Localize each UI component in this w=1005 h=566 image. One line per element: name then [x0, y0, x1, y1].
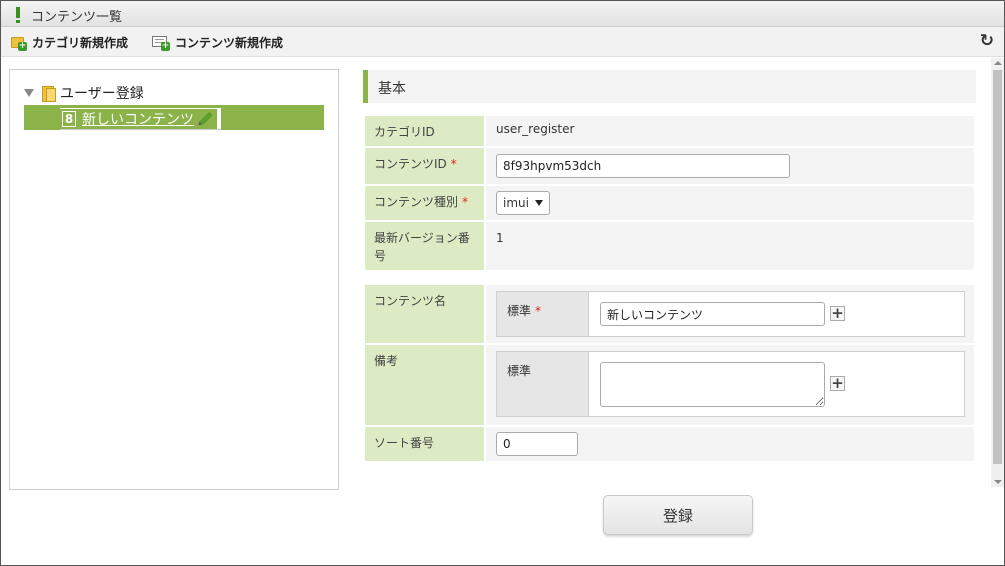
sort-number-label: ソート番号 — [365, 427, 484, 461]
row-sort-number: ソート番号 — [365, 427, 974, 461]
tree-node-label[interactable]: 新しいコンテンツ — [82, 109, 194, 129]
scroll-up-arrow-icon[interactable] — [994, 61, 1002, 65]
note-textarea[interactable] — [600, 362, 825, 407]
content-type-label: コンテンツ種別 — [374, 195, 459, 209]
lang-label: 標準 — [507, 364, 532, 378]
row-note: 備考 標準 + — [365, 345, 974, 425]
required-mark: * — [450, 157, 457, 171]
expand-triangle-icon[interactable] — [24, 89, 34, 97]
new-category-label: カテゴリ新規作成 — [32, 35, 129, 50]
scrollbar-thumb[interactable] — [993, 70, 1002, 464]
content-type-header: コンテンツ種別 * — [365, 186, 484, 220]
register-button[interactable]: 登録 — [603, 495, 753, 535]
category-tree-panel: ユーザー登録 8 新しいコンテンツ — [9, 69, 339, 490]
window-title: コンテンツ一覧 — [31, 10, 123, 25]
title-marker-icon — [16, 7, 20, 18]
required-mark: * — [535, 304, 542, 318]
vertical-scrollbar[interactable] — [991, 58, 1004, 487]
sort-number-input[interactable] — [496, 432, 578, 456]
content-type-badge: 8 — [62, 110, 76, 127]
add-language-icon[interactable]: + — [830, 306, 845, 321]
section-header: 基本 — [363, 70, 976, 103]
toolbar: + カテゴリ新規作成 + コンテンツ新規作成 ↻ — [1, 27, 1004, 57]
title-marker-dot — [16, 20, 20, 23]
add-language-icon[interactable]: + — [830, 376, 845, 391]
note-multilang: 標準 + — [496, 351, 965, 417]
category-id-value: user_register — [496, 122, 575, 136]
row-content-name: コンテンツ名 標準* + — [365, 285, 974, 343]
row-content-id: コンテンツID * — [365, 148, 974, 184]
row-category-id: カテゴリID user_register — [365, 116, 974, 146]
content-type-selected: imui — [503, 196, 529, 210]
row-latest-version: 最新バージョン番号 1 — [365, 222, 974, 270]
tree-node-user-register[interactable]: ユーザー登録 — [24, 84, 144, 102]
content-id-input[interactable] — [496, 154, 790, 178]
section-title: 基本 — [378, 81, 406, 97]
lang-label: 標準 * — [507, 304, 542, 318]
note-label: 備考 — [365, 345, 484, 425]
content-type-select[interactable]: imui — [496, 191, 550, 215]
content-name-label: コンテンツ名 — [365, 285, 484, 343]
content-name-input[interactable] — [600, 302, 825, 326]
category-id-label: カテゴリID — [365, 116, 484, 146]
scroll-down-arrow-icon[interactable] — [994, 480, 1002, 484]
tree-node-new-content[interactable]: 8 新しいコンテンツ — [60, 108, 221, 130]
title-bar: コンテンツ一覧 — [1, 1, 1004, 27]
row-content-type: コンテンツ種別 * imui — [365, 186, 974, 220]
content-add-icon: + — [152, 35, 170, 51]
new-category-button[interactable]: + カテゴリ新規作成 — [11, 32, 128, 52]
pencil-icon — [199, 111, 213, 126]
latest-version-label: 最新バージョン番号 — [365, 222, 484, 270]
required-mark: * — [462, 195, 469, 209]
latest-version-value: 1 — [496, 231, 504, 245]
content-id-header: コンテンツID * — [365, 148, 484, 184]
tree-node-label: ユーザー登録 — [60, 86, 144, 102]
content-name-multilang: 標準* + — [496, 291, 965, 337]
folder-icon — [42, 86, 56, 102]
content-id-label: コンテンツID — [374, 157, 447, 171]
refresh-icon[interactable]: ↻ — [980, 31, 994, 51]
folder-add-icon: + — [11, 35, 27, 51]
dropdown-arrow-icon — [534, 200, 543, 206]
new-content-button[interactable]: + コンテンツ新規作成 — [152, 32, 283, 52]
new-content-label: コンテンツ新規作成 — [175, 35, 284, 50]
